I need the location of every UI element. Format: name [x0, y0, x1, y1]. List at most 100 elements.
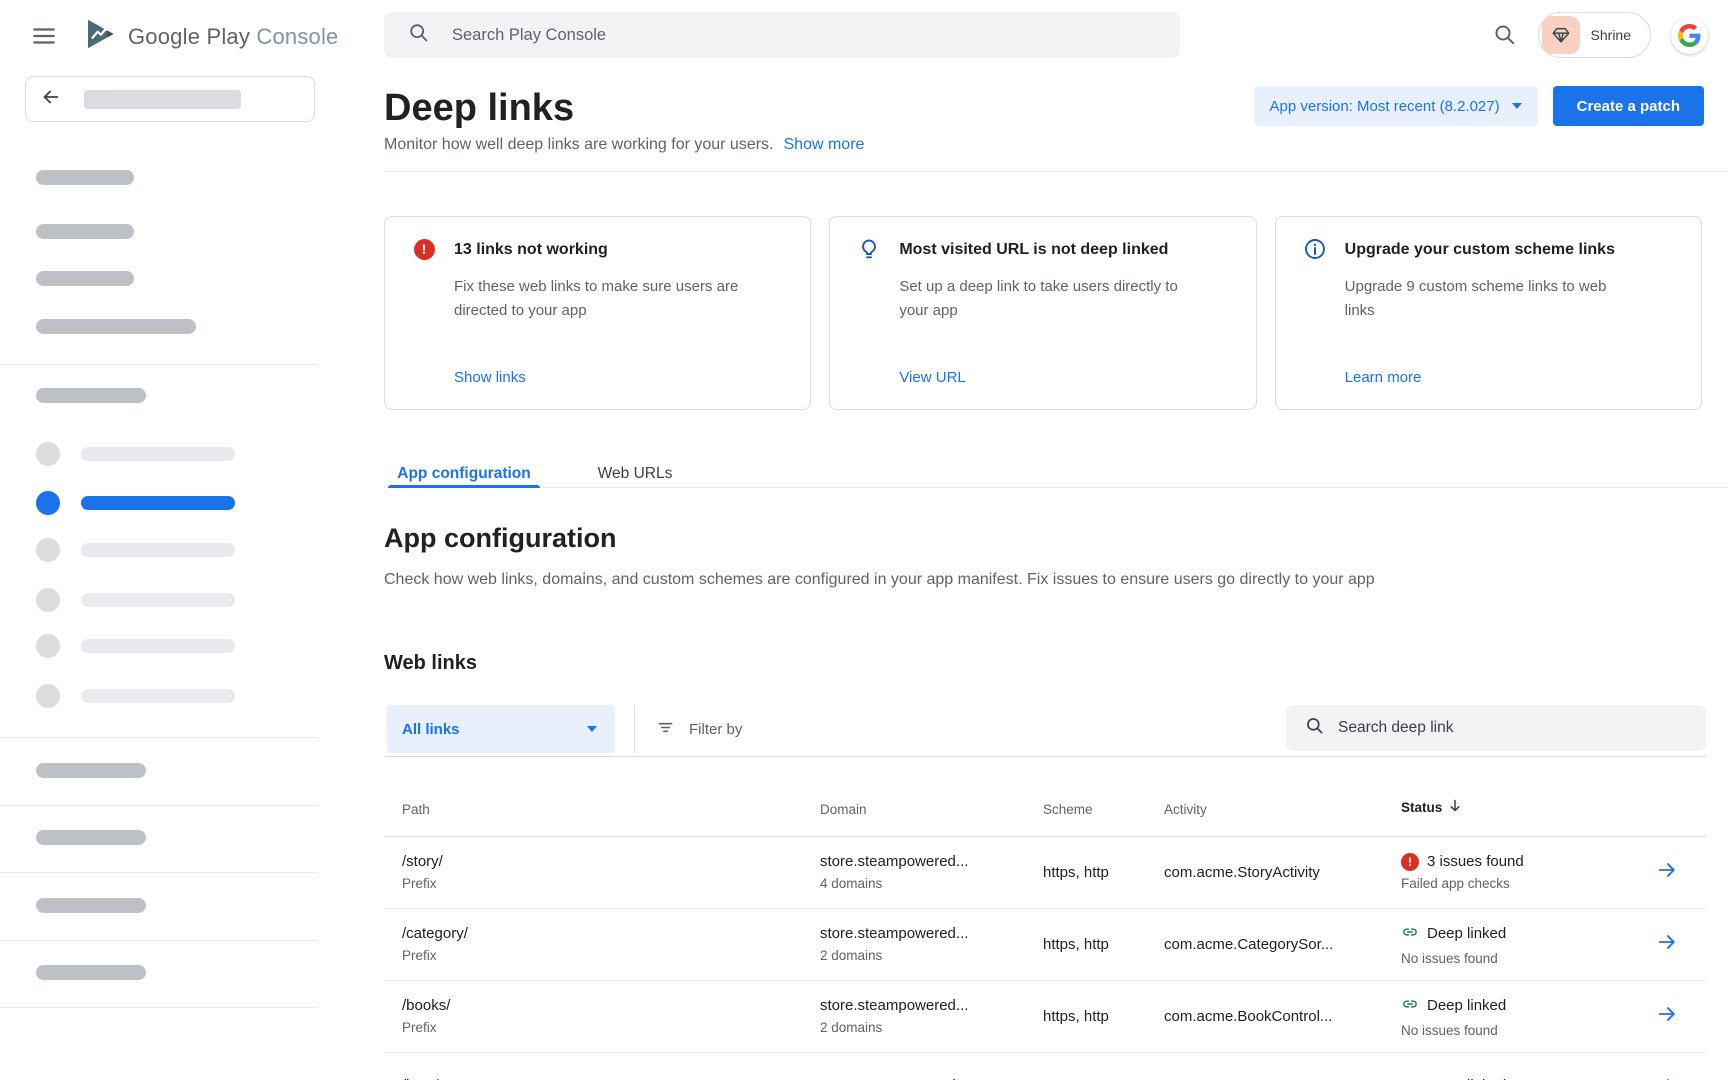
topbar-right-cluster: Shrine — [1492, 11, 1708, 59]
web-links-table: Path Domain Scheme Activity Status — [384, 757, 1706, 1080]
sidebar-nav-icon[interactable] — [36, 442, 60, 466]
card-body: Set up a deep link to take users directl… — [899, 275, 1209, 323]
skeleton-bar — [36, 224, 134, 239]
sidebar-nav-icon[interactable] — [36, 634, 60, 658]
activity: com.acme.StoryActivity — [1164, 864, 1320, 882]
chevron-down-icon — [1512, 103, 1522, 109]
open-row-arrow-icon[interactable] — [1656, 1075, 1678, 1080]
deep-link-path: /category/ — [402, 925, 820, 943]
card-title: Upgrade your custom scheme links — [1345, 238, 1673, 262]
active-tab-underline — [388, 485, 540, 488]
table-row[interactable]: /item/ store.steampowered... — [384, 1053, 1706, 1080]
sidebar-nav-icon-active[interactable] — [36, 491, 60, 515]
chevron-down-icon — [587, 726, 597, 732]
link-icon — [1401, 995, 1419, 1018]
links-filter-dropdown[interactable]: All links — [387, 705, 615, 753]
tab-app-configuration[interactable]: App configuration — [388, 460, 540, 487]
skeleton-bar — [36, 898, 146, 913]
card-links-not-working: ! 13 links not working Fix these web lin… — [384, 216, 811, 410]
sort-descending-icon — [1447, 798, 1463, 817]
domain: store.steampowered... — [820, 853, 1043, 871]
path-type: Prefix — [402, 1020, 820, 1036]
skeleton-bar — [36, 388, 146, 403]
hamburger-menu-icon[interactable] — [30, 22, 58, 50]
logo-text: Google Play Console — [128, 24, 339, 50]
search-icon — [408, 22, 430, 49]
divider — [0, 1007, 318, 1008]
skeleton-bar — [36, 830, 146, 845]
back-button[interactable] — [25, 76, 315, 122]
table-header: Path Domain Scheme Activity Status — [384, 757, 1706, 837]
global-search-input[interactable] — [452, 26, 1052, 45]
sidebar-nav-item[interactable] — [81, 639, 235, 653]
skeleton-bar — [36, 319, 196, 334]
page-header: Deep links Monitor how well deep links a… — [384, 70, 1728, 156]
deep-link-search-bar[interactable] — [1286, 705, 1706, 751]
google-g-icon — [1678, 24, 1701, 47]
info-icon — [1303, 237, 1327, 261]
scheme: https, http — [1043, 864, 1109, 882]
play-console-logo[interactable]: Google Play Console — [82, 16, 339, 57]
sidebar — [0, 70, 318, 1080]
sidebar-nav-item[interactable] — [81, 593, 235, 607]
main-content: Deep links Monitor how well deep links a… — [318, 70, 1728, 1080]
sidebar-nav-item-active[interactable] — [81, 496, 235, 510]
lightbulb-icon — [857, 237, 881, 261]
error-icon: ! — [1401, 853, 1419, 871]
skeleton-bar — [36, 170, 134, 185]
scheme: https, http — [1043, 936, 1109, 954]
tab-bar: App configuration Web URLs — [384, 460, 1728, 488]
column-header-status[interactable]: Status — [1401, 798, 1650, 817]
play-logo-icon — [82, 16, 118, 57]
sidebar-nav-item[interactable] — [81, 447, 235, 461]
scheme: https, http — [1043, 1008, 1109, 1026]
web-links-toolbar: All links Filter by — [384, 705, 1706, 757]
sidebar-nav-icon[interactable] — [36, 684, 60, 708]
app-version-selector[interactable]: App version: Most recent (8.2.027) — [1254, 86, 1538, 126]
table-row[interactable]: /books/ Prefix store.steampowered... 2 d… — [384, 981, 1706, 1053]
tab-web-urls[interactable]: Web URLs — [570, 460, 700, 487]
open-row-arrow-icon[interactable] — [1656, 859, 1678, 886]
show-links-link[interactable]: Show links — [454, 369, 526, 386]
google-account-avatar[interactable] — [1671, 17, 1708, 54]
card-most-visited-url: Most visited URL is not deep linked Set … — [829, 216, 1256, 410]
skeleton-bar — [36, 965, 146, 980]
card-body: Fix these web links to make sure users a… — [454, 275, 764, 323]
column-header-scheme[interactable]: Scheme — [1043, 802, 1164, 817]
deep-link-path: /story/ — [402, 853, 820, 871]
filter-by-control[interactable]: Filter by — [656, 705, 742, 753]
domains-count: 2 domains — [820, 948, 1043, 964]
shrine-app-icon — [1542, 16, 1580, 54]
app-chip-label: Shrine — [1591, 27, 1631, 43]
column-header-path[interactable]: Path — [402, 802, 820, 817]
sidebar-nav-icon[interactable] — [36, 588, 60, 612]
learn-more-link[interactable]: Learn more — [1345, 369, 1422, 386]
card-upgrade-custom-schemes: Upgrade your custom scheme links Upgrade… — [1275, 216, 1702, 410]
deep-link-search-input[interactable] — [1338, 719, 1678, 737]
global-search-bar[interactable] — [384, 12, 1180, 58]
sidebar-nav-icon[interactable] — [36, 538, 60, 562]
column-header-domain[interactable]: Domain — [820, 802, 1043, 817]
page-subtitle: Monitor how well deep links are working … — [384, 134, 864, 156]
open-row-arrow-icon[interactable] — [1656, 931, 1678, 958]
app-selector-chip[interactable]: Shrine — [1538, 12, 1651, 58]
table-row[interactable]: /story/ Prefix store.steampowered... 4 d… — [384, 837, 1706, 909]
topbar: Google Play Console — [0, 0, 1728, 70]
column-header-activity[interactable]: Activity — [1164, 802, 1401, 817]
back-arrow-icon — [40, 86, 62, 113]
section-title: App configuration — [384, 522, 1728, 554]
domains-count: 2 domains — [820, 1020, 1043, 1036]
show-more-link[interactable]: Show more — [784, 136, 865, 153]
activity: com.acme.BookControl... — [1164, 1008, 1332, 1026]
domains-count: 4 domains — [820, 876, 1043, 892]
search-icon[interactable] — [1492, 22, 1518, 48]
sidebar-nav-item[interactable] — [81, 689, 235, 703]
open-row-arrow-icon[interactable] — [1656, 1003, 1678, 1030]
status-text: 3 issues found — [1427, 853, 1524, 871]
divider — [0, 364, 318, 365]
sidebar-nav-item[interactable] — [81, 543, 235, 557]
search-icon — [1305, 716, 1325, 741]
create-patch-button[interactable]: Create a patch — [1553, 86, 1704, 126]
table-row[interactable]: /category/ Prefix store.steampowered... … — [384, 909, 1706, 981]
view-url-link[interactable]: View URL — [899, 369, 965, 386]
